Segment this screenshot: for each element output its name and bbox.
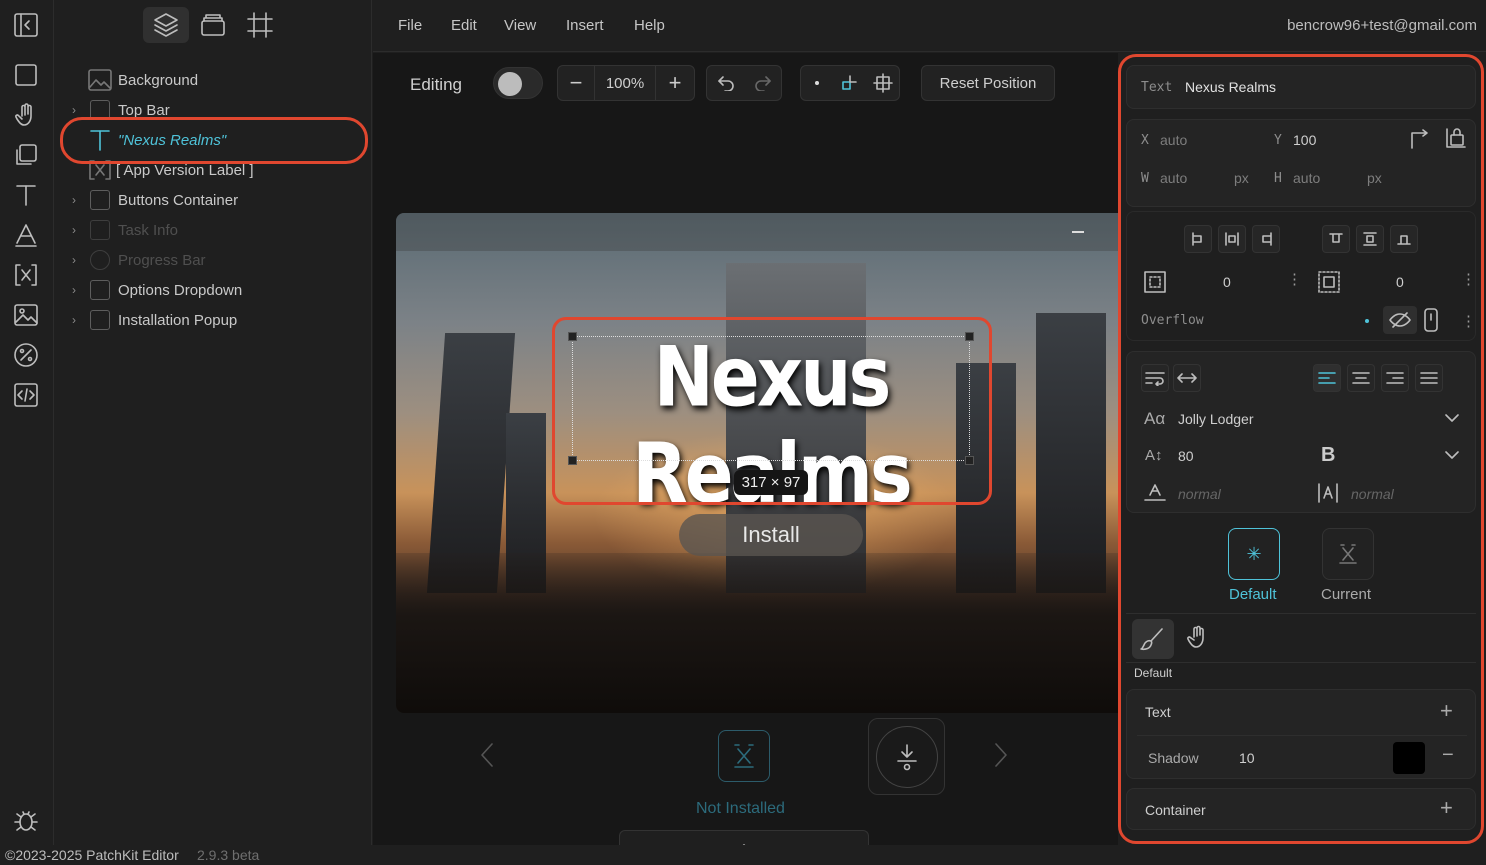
chevron-right-icon: ›	[72, 103, 76, 117]
next-arrow-icon[interactable]	[990, 740, 1010, 770]
zoom-level[interactable]: 100%	[594, 66, 656, 100]
prev-arrow-icon[interactable]	[478, 740, 498, 770]
layer-buttons-container[interactable]: › Buttons Container	[72, 187, 238, 213]
layer-progress-bar[interactable]: › Progress Bar	[72, 247, 206, 273]
menu-file[interactable]: File	[398, 17, 422, 34]
layer-highlight	[60, 117, 368, 164]
undo-icon[interactable]	[707, 75, 744, 91]
layer-background[interactable]: Background	[72, 67, 198, 93]
minimize-icon[interactable]	[1072, 231, 1084, 233]
duplicate-tool-icon[interactable]	[11, 140, 41, 170]
status-icon-box	[718, 730, 770, 782]
panel-highlight	[1118, 54, 1484, 844]
tool-rail	[0, 0, 54, 845]
anchor-dot-icon[interactable]	[801, 81, 834, 85]
chevron-right-icon: ›	[72, 313, 76, 327]
history-control	[706, 65, 782, 101]
anchor-grid-icon[interactable]	[866, 73, 899, 93]
rectangle-tool-icon[interactable]	[11, 60, 41, 90]
layers-panel: Background › Top Bar "Nexus Realms" [ App…	[54, 0, 372, 845]
code-tool-icon[interactable]	[11, 380, 41, 410]
spaceship-foreground	[396, 553, 1146, 713]
menu-bar: File Edit View Insert Help bencrow96+tes…	[373, 0, 1486, 52]
properties-panel: Text Nexus Realms X auto Y 100 W auto px…	[1118, 53, 1486, 845]
chevron-right-icon: ›	[72, 253, 76, 267]
chevron-right-icon: ›	[72, 193, 76, 207]
assets-tab[interactable]	[190, 7, 236, 43]
redo-icon[interactable]	[744, 75, 781, 91]
preview-top-bar	[396, 213, 1146, 251]
image-layer-icon	[88, 69, 112, 91]
zoom-out-button[interactable]: −	[558, 70, 594, 96]
menu-insert[interactable]: Insert	[566, 17, 604, 34]
footer-copyright: ©2023-2025 PatchKit Editor	[5, 847, 179, 863]
font-tool-icon[interactable]	[11, 220, 41, 250]
layers-tab[interactable]	[143, 7, 189, 43]
download-button[interactable]	[868, 718, 945, 795]
hand-tool-icon[interactable]	[11, 100, 41, 130]
layer-installation-popup[interactable]: › Installation Popup	[72, 307, 237, 333]
zoom-control: − 100% +	[557, 65, 695, 101]
chevron-right-icon: ›	[72, 223, 76, 237]
install-status: Not Installed	[696, 800, 785, 817]
editing-label: Editing	[410, 75, 462, 94]
menu-edit[interactable]: Edit	[451, 17, 477, 34]
menu-help[interactable]: Help	[634, 17, 665, 34]
variable-tool-icon[interactable]	[11, 260, 41, 290]
footer-version: 2.9.3 beta	[197, 847, 260, 863]
percent-tool-icon[interactable]	[11, 340, 41, 370]
menu-view[interactable]: View	[504, 17, 536, 34]
layer-options-dropdown[interactable]: › Options Dropdown	[72, 277, 242, 303]
layer-task-info[interactable]: › Task Info	[72, 217, 178, 243]
tower-silhouette	[1036, 313, 1106, 593]
text-tool-icon[interactable]	[11, 180, 41, 210]
chevron-right-icon: ›	[72, 283, 76, 297]
footer: ©2023-2025 PatchKit Editor 2.9.3 beta	[0, 845, 1486, 865]
editing-toggle[interactable]	[493, 67, 543, 99]
image-tool-icon[interactable]	[11, 300, 41, 330]
anchor-corner-icon[interactable]	[834, 74, 867, 92]
bug-icon[interactable]	[11, 806, 41, 836]
reset-position-button[interactable]: Reset Position	[921, 65, 1055, 101]
collapse-panel-icon[interactable]	[11, 10, 41, 40]
launcher-preview: Install Nexus Realms 317 × 97	[396, 213, 1146, 713]
frames-tab[interactable]	[237, 7, 283, 43]
title-highlight	[552, 317, 992, 505]
anchor-control	[800, 65, 900, 101]
zoom-in-button[interactable]: +	[656, 70, 694, 96]
user-email[interactable]: bencrow96+test@gmail.com	[1287, 17, 1477, 34]
